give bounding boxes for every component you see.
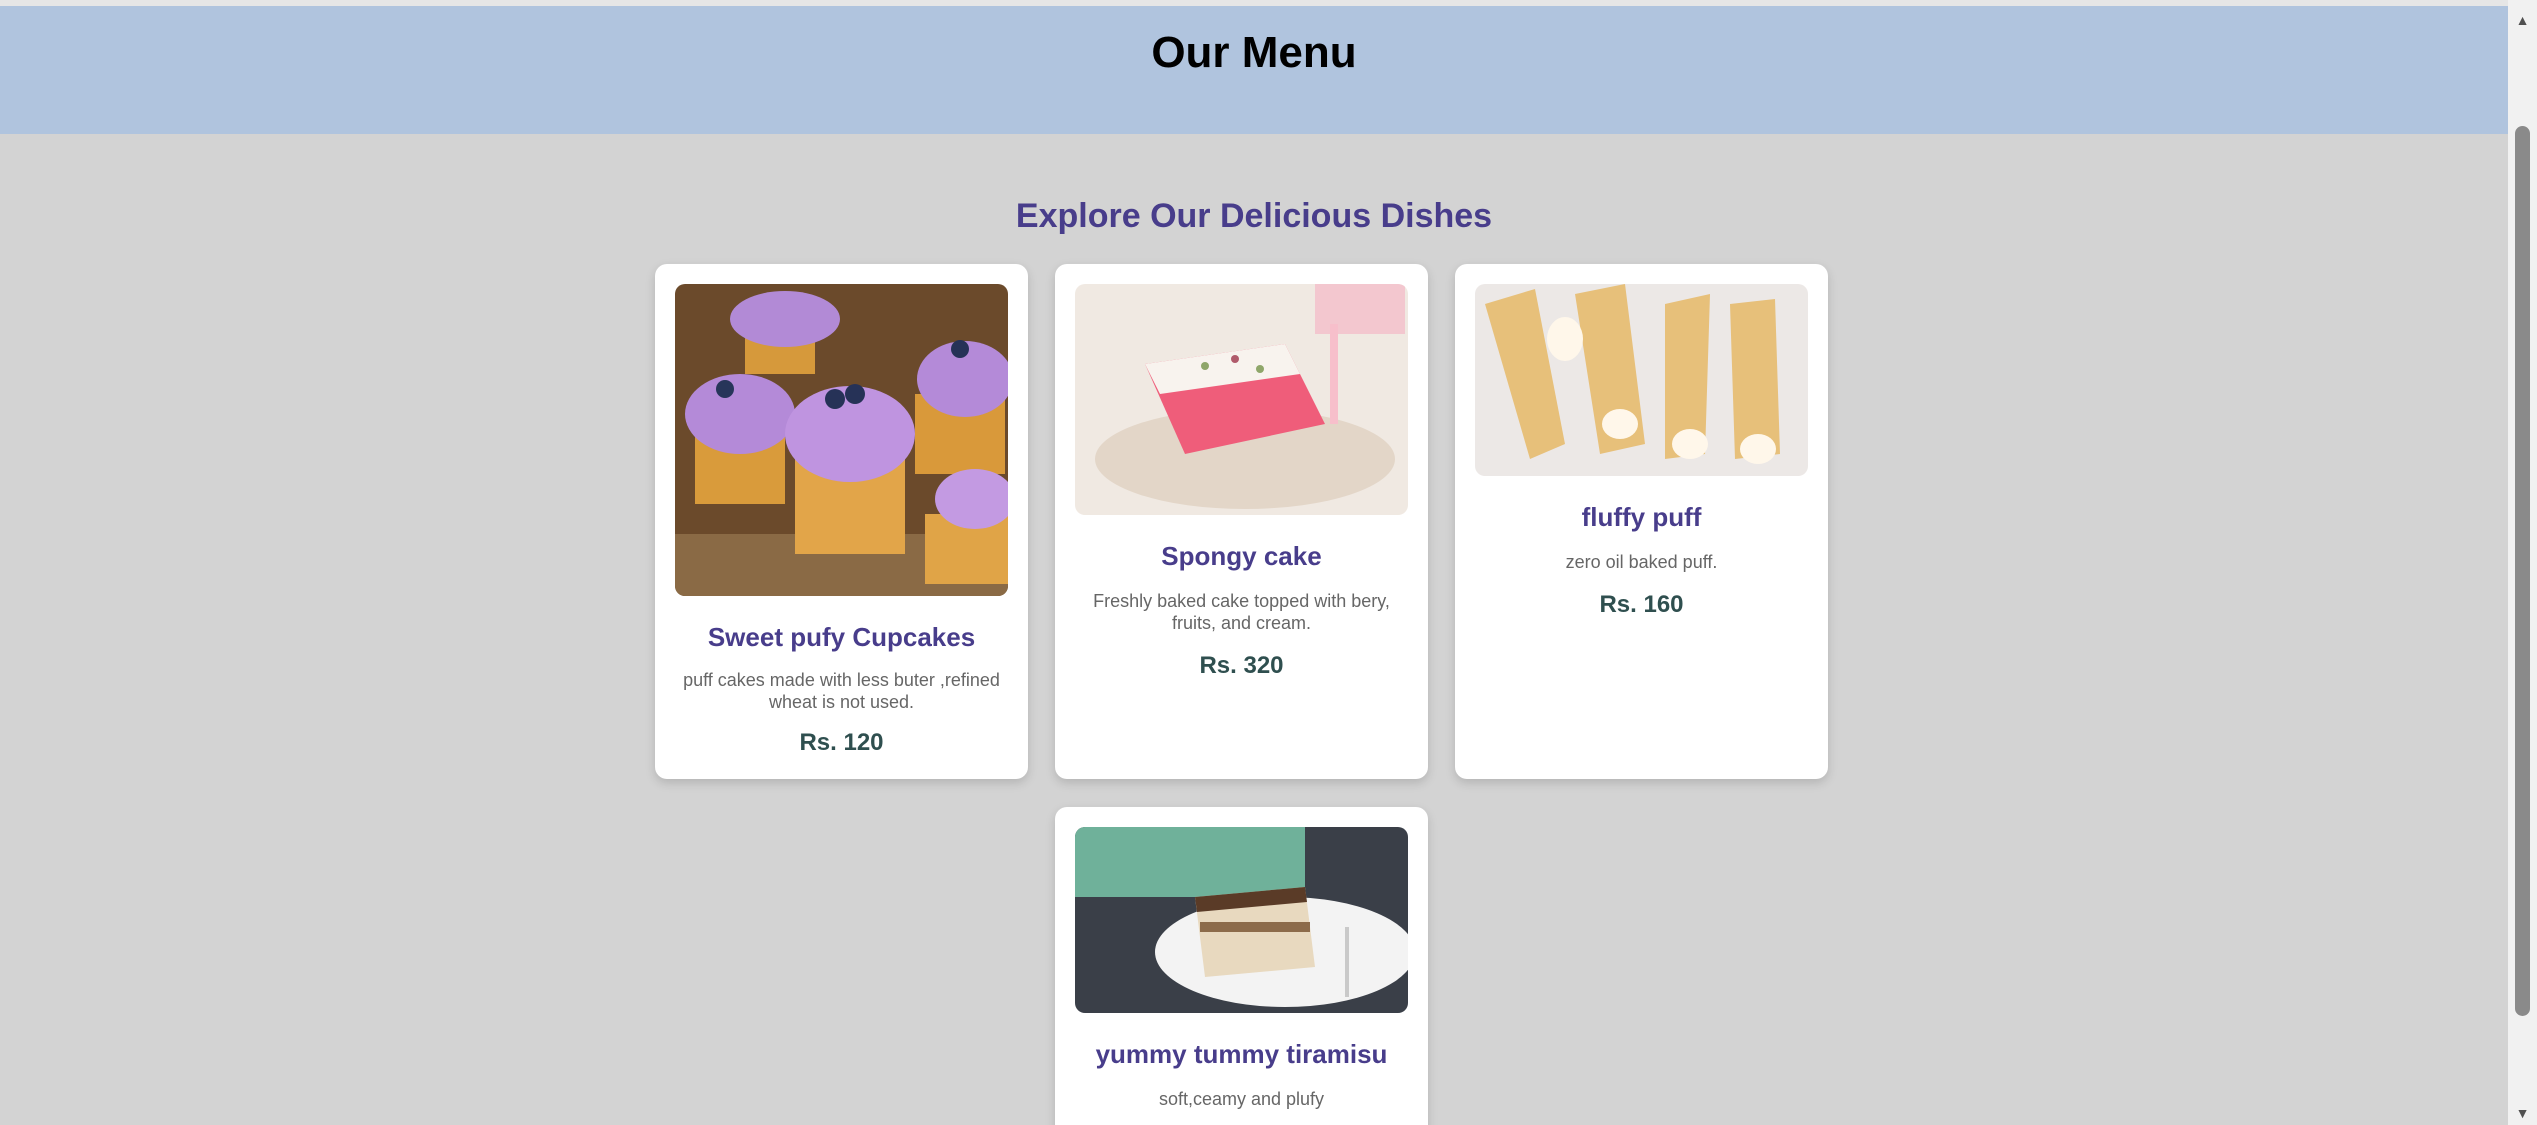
item-name: Spongy cake <box>1161 541 1322 571</box>
scroll-up-icon[interactable]: ▲ <box>2508 8 2537 32</box>
menu-card: yummy tummy tiramisu soft,ceamy and pluf… <box>1055 807 1428 1125</box>
item-description: Freshly baked cake topped with bery, fru… <box>1093 591 1390 633</box>
menu-section: Explore Our Delicious Dishes Sweet pufy … <box>0 134 2508 1125</box>
item-description: puff cakes made with less buter ,refined… <box>683 670 1000 712</box>
page-title: Our Menu <box>1151 28 1357 77</box>
item-price: Rs. 320 <box>1199 652 1284 679</box>
page-header: Our Menu <box>0 6 2508 134</box>
scroll-down-icon[interactable]: ▼ <box>2508 1101 2537 1125</box>
item-name: fluffy puff <box>1581 502 1702 532</box>
menu-card: fluffy puff zero oil baked puff. Rs. 160 <box>1455 264 1828 779</box>
tiramisu-image <box>1075 827 1408 1013</box>
item-description: zero oil baked puff. <box>1565 552 1718 572</box>
cupcakes-image <box>675 284 1008 596</box>
vertical-scrollbar[interactable]: ▲ ▼ <box>2508 0 2537 1125</box>
item-name: yummy tummy tiramisu <box>1095 1039 1388 1069</box>
item-description: soft,ceamy and plufy <box>1158 1089 1325 1109</box>
menu-card: Sweet pufy Cupcakes puff cakes made with… <box>655 264 1028 779</box>
menu-card: Spongy cake Freshly baked cake topped wi… <box>1055 264 1428 779</box>
cream-puff-image <box>1475 284 1808 476</box>
menu-grid: Sweet pufy Cupcakes puff cakes made with… <box>0 134 2508 1125</box>
item-price: Rs. 120 <box>799 729 884 756</box>
item-price: Rs. 160 <box>1599 591 1684 618</box>
scrollbar-thumb[interactable] <box>2515 126 2530 1016</box>
item-name: Sweet pufy Cupcakes <box>707 622 976 652</box>
sponge-cake-image <box>1075 284 1408 515</box>
